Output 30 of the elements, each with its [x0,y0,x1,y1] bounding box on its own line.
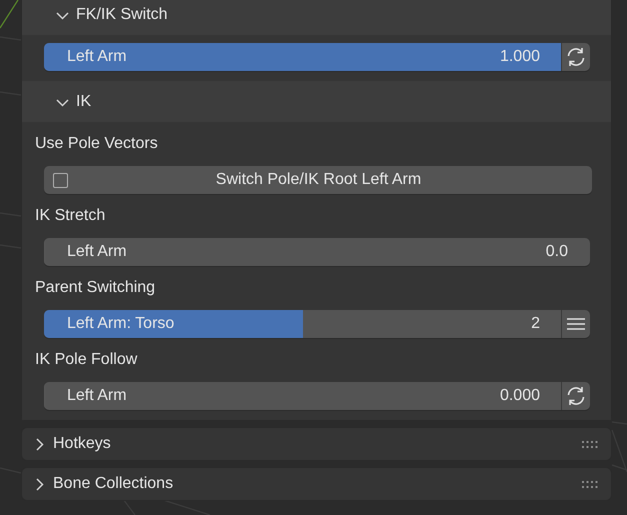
value-slider[interactable]: Left Arm: Torso 2 [44,310,561,338]
refresh-icon [565,46,587,68]
drag-handle-icon[interactable] [582,480,599,488]
field-label: IK Pole Follow [35,351,138,369]
subpanel-header[interactable]: IK [22,81,611,122]
subpanel-title[interactable]: IK [76,92,92,110]
value-slider[interactable]: Left Arm 0.0 [44,238,590,266]
panel-title[interactable]: Bone Collections [53,475,573,493]
chevron-right-icon[interactable] [36,478,44,490]
refresh-button[interactable] [561,43,590,71]
refresh-button[interactable] [561,382,590,410]
refresh-icon [565,385,587,407]
field-label: Use Pole Vectors [35,135,158,153]
value-slider[interactable]: Left Arm 0.000 [44,382,561,410]
checkbox[interactable] [53,172,68,188]
checkbox-button[interactable]: Switch Pole/IK Root Left Arm [44,166,592,194]
field-label: Parent Switching [35,279,156,297]
chevron-right-icon[interactable] [36,438,44,450]
value-slider[interactable]: Left Arm 1.000 [44,43,561,71]
chevron-down-icon[interactable] [56,98,69,106]
drag-handle-icon[interactable] [582,440,599,448]
collapsed-panel[interactable]: Bone Collections [21,467,612,501]
menu-icon [567,317,585,331]
subpanel-header[interactable]: FK/IK Switch [22,0,611,35]
field-label: IK Stretch [35,207,106,225]
subpanel-title[interactable]: FK/IK Switch [76,6,168,24]
chevron-down-icon[interactable] [56,12,69,20]
collapsed-panel[interactable]: Hotkeys [21,427,612,461]
menu-button[interactable] [561,310,590,338]
panel-title[interactable]: Hotkeys [53,435,573,453]
